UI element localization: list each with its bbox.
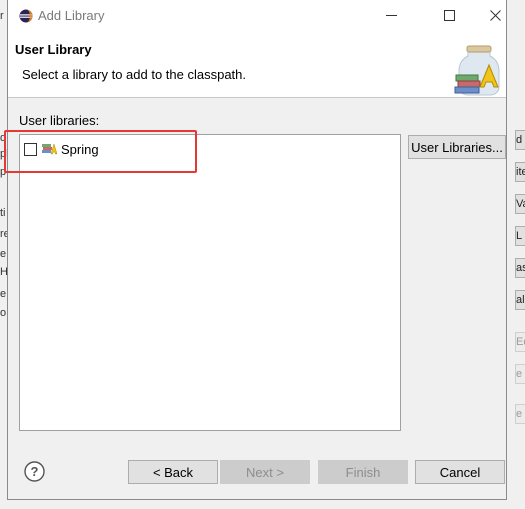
- cancel-button[interactable]: Cancel: [415, 460, 505, 484]
- background-button: Va: [515, 194, 525, 214]
- add-library-dialog: Add Library User Library Select a librar…: [4, 0, 507, 500]
- page-title: User Library: [15, 42, 92, 57]
- user-libraries-label: User libraries:: [19, 113, 100, 128]
- background-button: d: [515, 130, 525, 150]
- user-libraries-list[interactable]: Spring: [19, 134, 401, 431]
- library-jar-banner-icon: [448, 41, 504, 97]
- help-icon[interactable]: ?: [24, 461, 45, 482]
- background-button: as: [515, 258, 525, 278]
- page-description: Select a library to add to the classpath…: [22, 67, 247, 82]
- background-button: L: [515, 226, 525, 246]
- background-text: ti: [0, 207, 6, 219]
- background-button: e: [515, 404, 525, 424]
- background-button: e: [515, 364, 525, 384]
- background-button: al: [515, 290, 525, 310]
- background-text: o: [0, 307, 7, 319]
- background-button: Ed: [515, 332, 525, 352]
- close-icon: [489, 10, 501, 21]
- wizard-header: User Library Select a library to add to …: [8, 31, 506, 98]
- background-text: r: [0, 10, 4, 22]
- minimize-icon: [385, 15, 397, 16]
- minimize-button[interactable]: [368, 0, 414, 31]
- maximize-button[interactable]: [426, 0, 472, 31]
- finish-button[interactable]: Finish: [318, 460, 408, 484]
- title-bar: Add Library: [8, 0, 506, 31]
- background-text: e: [0, 248, 7, 260]
- back-button[interactable]: < Back: [128, 460, 218, 484]
- annotation-highlight: [4, 130, 197, 173]
- user-libraries-button[interactable]: User Libraries...: [408, 135, 506, 159]
- next-button[interactable]: Next >: [220, 460, 310, 484]
- maximize-icon: [443, 10, 455, 21]
- background-button: ite: [515, 162, 525, 182]
- background-text: e: [0, 288, 7, 300]
- background-window-right: d ite Va L as al Ed e e: [507, 0, 525, 509]
- close-button[interactable]: [472, 0, 518, 31]
- svg-text:?: ?: [31, 464, 39, 479]
- eclipse-icon: [19, 9, 33, 23]
- window-title: Add Library: [38, 8, 105, 23]
